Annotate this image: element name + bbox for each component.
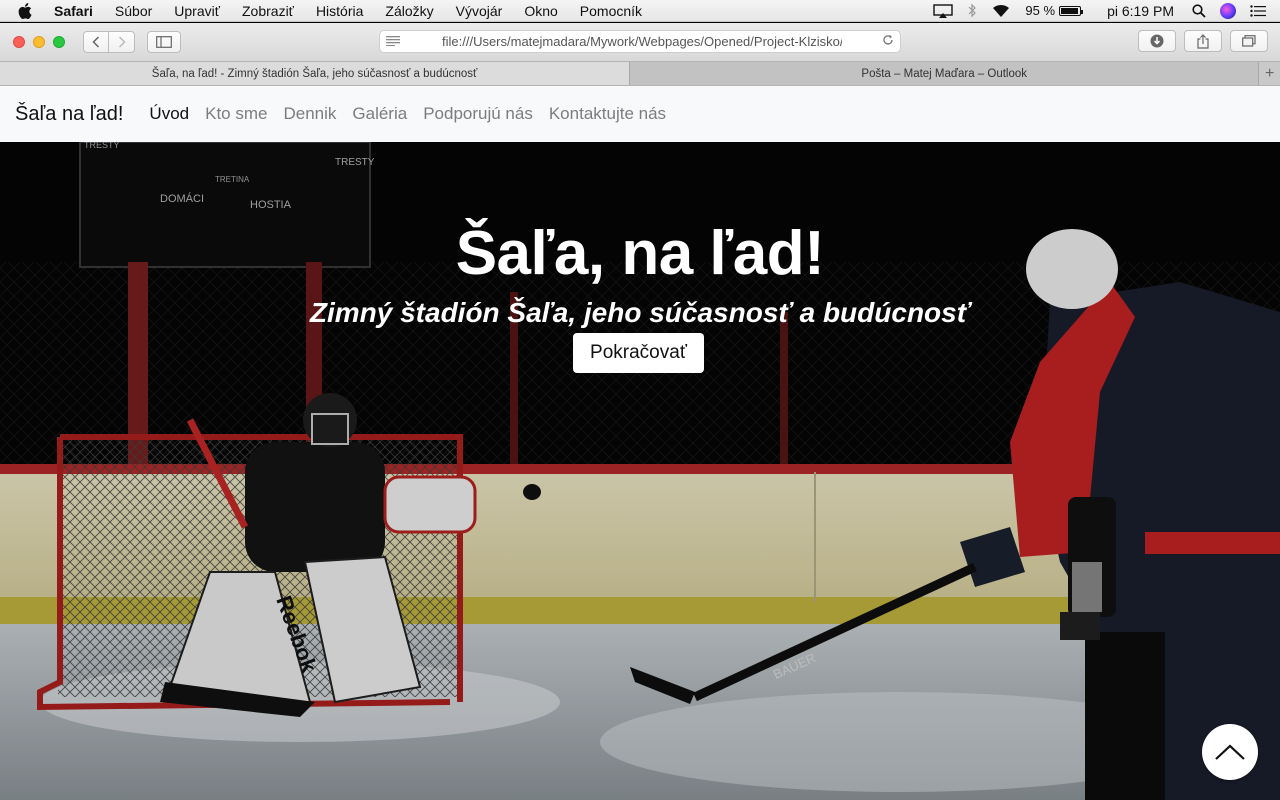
minimize-window-button[interactable]	[33, 36, 45, 48]
plus-icon: +	[1264, 64, 1275, 82]
nav-link-uvod[interactable]: Úvod	[149, 104, 189, 124]
menu-historia[interactable]: História	[316, 3, 363, 19]
menu-vyvojar[interactable]: Vývojár	[456, 3, 503, 19]
menu-okno[interactable]: Okno	[524, 3, 557, 19]
wifi-icon[interactable]	[991, 4, 1011, 18]
airplay-icon[interactable]	[933, 3, 954, 18]
sidebar-toggle-button[interactable]	[147, 31, 181, 53]
share-button[interactable]	[1184, 30, 1222, 52]
chevron-up-icon	[1215, 744, 1245, 760]
menu-upravit[interactable]: Upraviť	[174, 3, 220, 19]
apple-icon[interactable]	[18, 2, 40, 19]
reader-view-icon[interactable]	[386, 34, 406, 49]
tab-bar: Šaľa, na ľad! - Zimný štadión Šaľa, jeho…	[0, 61, 1280, 86]
menu-subor[interactable]: Súbor	[115, 3, 152, 19]
scroll-to-top-button[interactable]	[1202, 724, 1258, 780]
menu-zalozky[interactable]: Záložky	[385, 3, 433, 19]
tab-outlook[interactable]: Pošta – Matej Maďara – Outlook	[629, 62, 1259, 85]
nav-links: Úvod Kto sme Dennik Galéria Podporujú ná…	[149, 104, 682, 124]
nav-link-kontaktujte-nas[interactable]: Kontaktujte nás	[549, 104, 666, 124]
forward-button[interactable]	[109, 31, 135, 53]
hero-title: Šaľa, na ľad!	[455, 219, 825, 288]
menu-zobrazit[interactable]: Zobraziť	[242, 3, 294, 19]
url-text: file:///Users/matejmadara/Mywork/Webpage…	[442, 34, 842, 49]
download-icon	[1150, 34, 1164, 48]
nav-link-dennik[interactable]: Dennik	[283, 104, 336, 124]
site-brand[interactable]: Šaľa na ľad!	[15, 103, 123, 126]
fullscreen-window-button[interactable]	[53, 36, 65, 48]
menu-app-safari[interactable]: Safari	[54, 3, 93, 19]
back-button[interactable]	[83, 31, 109, 53]
siri-icon[interactable]	[1220, 2, 1236, 19]
tab-title: Pošta – Matej Maďara – Outlook	[861, 67, 1028, 80]
hero-section: TRESTY TRESTY TRETINA DOMÁCI HOSTIA Reeb…	[0, 142, 1280, 800]
tab-overview-button[interactable]	[1230, 30, 1268, 52]
chevron-right-icon	[118, 36, 126, 48]
menu-pomocnik[interactable]: Pomocník	[580, 3, 642, 19]
nav-link-galeria[interactable]: Galéria	[352, 104, 407, 124]
chevron-left-icon	[92, 36, 100, 48]
reload-icon[interactable]	[882, 34, 894, 49]
address-bar[interactable]: file:///Users/matejmadara/Mywork/Webpage…	[379, 30, 901, 53]
share-icon	[1197, 33, 1209, 49]
battery-percent: 95 %	[1025, 3, 1056, 18]
spotlight-search-icon[interactable]	[1192, 3, 1206, 18]
new-tab-button[interactable]: +	[1258, 62, 1280, 85]
site-navbar: Šaľa na ľad! Úvod Kto sme Dennik Galéria…	[0, 86, 1280, 142]
close-window-button[interactable]	[13, 36, 25, 48]
window-controls	[13, 36, 73, 48]
tab-sala-na-lad[interactable]: Šaľa, na ľad! - Zimný štadión Šaľa, jeho…	[0, 62, 630, 85]
hero-subtitle: Zimný štadión Šaľa, jeho súčasnosť a bud…	[309, 297, 971, 328]
battery-icon	[1059, 5, 1084, 16]
browser-toolbar: file:///Users/matejmadara/Mywork/Webpage…	[0, 23, 1280, 61]
tabs-icon	[1242, 35, 1256, 47]
notification-center-icon[interactable]	[1250, 4, 1266, 17]
clock[interactable]: pi 6:19 PM	[1107, 3, 1174, 19]
menu-bar: Safari Súbor Upraviť Zobraziť História Z…	[0, 0, 1280, 22]
bluetooth-icon[interactable]	[967, 3, 977, 18]
downloads-button[interactable]	[1138, 30, 1176, 52]
nav-link-podporuju-nas[interactable]: Podporujú nás	[423, 104, 533, 124]
continue-button[interactable]: Pokračovať	[573, 333, 704, 373]
tab-title: Šaľa, na ľad! - Zimný štadión Šaľa, jeho…	[151, 67, 478, 80]
nav-link-kto-sme[interactable]: Kto sme	[205, 104, 267, 124]
battery-status[interactable]: 95 %	[1025, 3, 1084, 18]
sidebar-icon	[156, 36, 172, 48]
